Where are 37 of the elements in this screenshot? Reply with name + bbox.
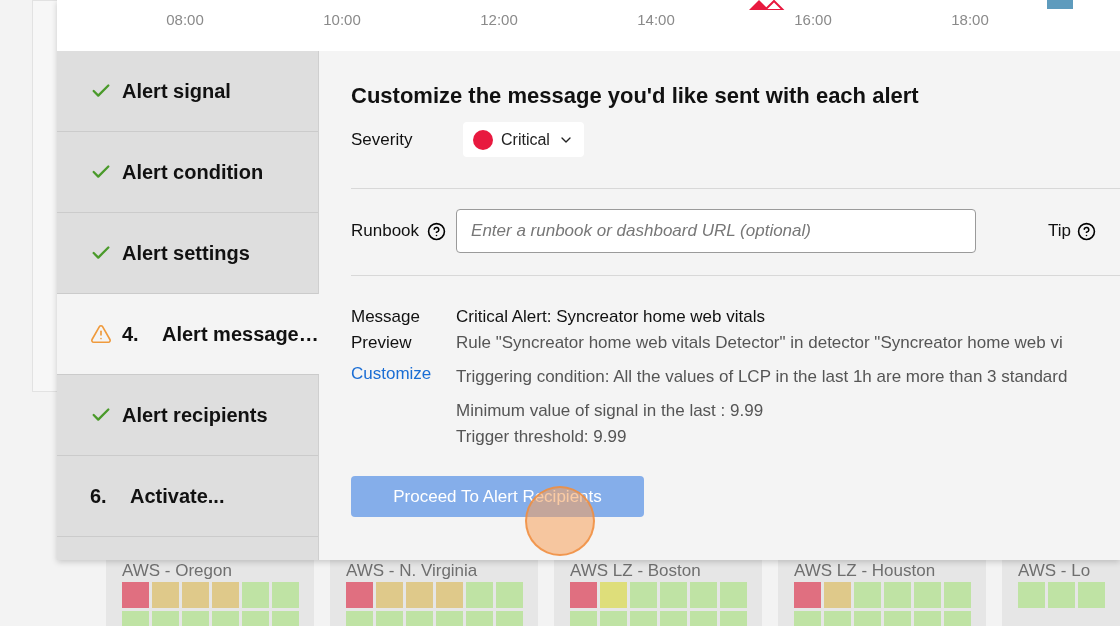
- time-tick: 14:00: [636, 11, 676, 28]
- field-label: Runbook: [351, 221, 420, 241]
- message-line: Trigger threshold: 9.99: [456, 426, 628, 448]
- message-line: Triggering condition: All the values of LCP in the last 1h are more than 3 standard: [456, 366, 1068, 388]
- time-tick: 10:00: [322, 11, 362, 28]
- tile-title: AWS - Oregon: [122, 561, 233, 580]
- event-bar: [1047, 0, 1073, 9]
- step-number: 6.: [90, 484, 108, 508]
- time-tick: 12:00: [479, 11, 519, 28]
- tile-title: AWS LZ - Houston: [794, 561, 937, 580]
- customize-link[interactable]: Customize: [351, 364, 439, 384]
- step-label: Activate...: [130, 484, 225, 508]
- help-icon[interactable]: [427, 221, 447, 241]
- tile-title: AWS - Lo: [1018, 561, 1092, 580]
- tile-title: AWS LZ - Boston: [570, 561, 702, 580]
- step-number: 4.: [122, 322, 140, 346]
- time-tick: 18:00: [950, 11, 990, 28]
- time-tick: 16:00: [793, 11, 833, 28]
- step-label: Alert settings: [122, 241, 250, 265]
- wizard-step[interactable]: 4. Alert message…: [57, 294, 319, 375]
- message-subject: Critical Alert: Syncreator home web vitals: [456, 306, 766, 328]
- section-heading: Customize the message you'd like sent with each alert: [351, 83, 920, 109]
- time-tick: 08:00: [165, 11, 205, 28]
- runbook-input[interactable]: Enter a runbook or dashboard URL (optional): [456, 209, 977, 253]
- field-label: Message Preview: [351, 306, 421, 354]
- tip-label: Tip: [1048, 221, 1072, 241]
- step-label: Alert recipients: [122, 403, 268, 427]
- step-label: Alert message…: [162, 322, 319, 346]
- field-label: Severity: [351, 129, 414, 150]
- step-label: Alert condition: [122, 160, 264, 184]
- step-label: Alert signal: [122, 79, 231, 103]
- warning-icon: [90, 323, 112, 345]
- severity-dropdown[interactable]: Critical: [463, 122, 584, 157]
- message-line: Rule "Syncreator home web vitals Detector" in detector "Syncreator home web vi: [456, 332, 1064, 354]
- help-icon[interactable]: [1077, 221, 1097, 241]
- tile-title: AWS - N. Virginia: [346, 561, 479, 580]
- message-line: Minimum value of signal in the last : 9.99: [456, 400, 765, 422]
